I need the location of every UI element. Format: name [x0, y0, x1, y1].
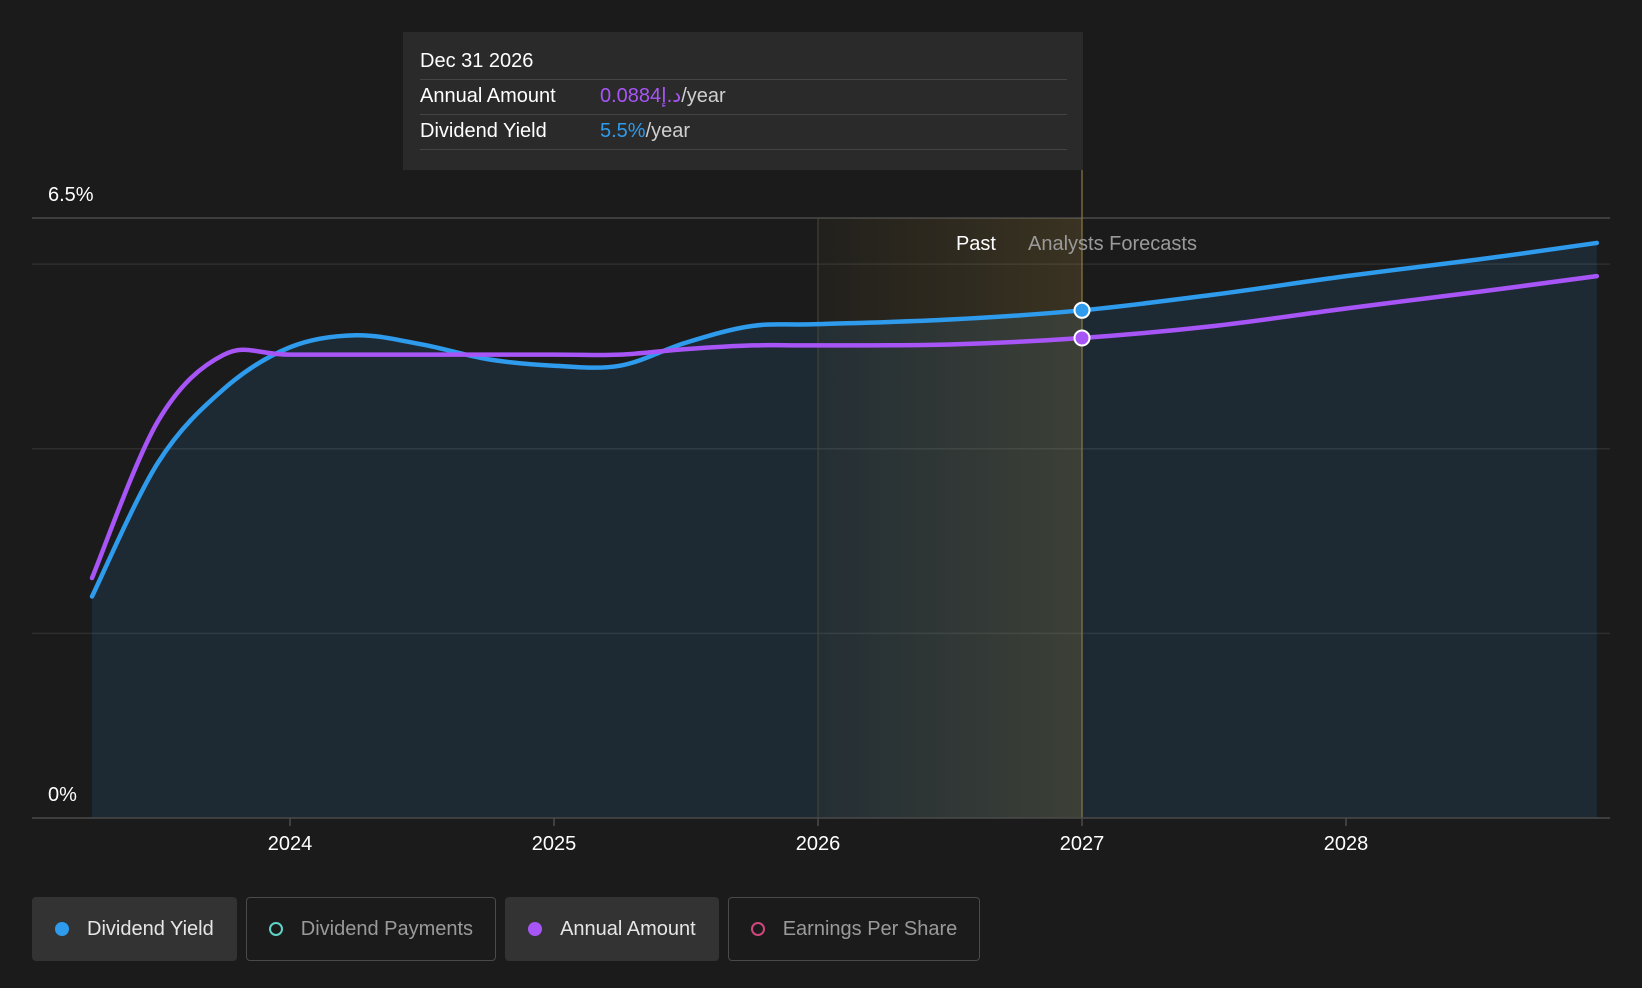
x-tick-label: 2026	[796, 833, 841, 855]
tooltip-label-dividend-yield: Dividend Yield	[420, 120, 547, 142]
y-axis-label-top: 6.5%	[48, 184, 94, 206]
tooltip-value-annual-amount: 0.0884د.إ	[600, 85, 682, 107]
legend-item-dividend-payments[interactable]: Dividend Payments	[245, 897, 497, 961]
legend-dot-annual-amount	[528, 922, 543, 936]
forecast-region-label: Analysts Forecasts	[1028, 233, 1197, 255]
legend-label-dividend-payments: Dividend Payments	[300, 917, 474, 940]
x-tick-label: 2028	[1324, 833, 1369, 855]
tooltip-label-annual-amount: Annual Amount	[420, 85, 556, 107]
tooltip-row-annual-amount: Annual Amount 0.0884د.إ /year	[420, 80, 1067, 115]
past-region-highlight	[818, 218, 1082, 818]
legend-item-annual-amount[interactable]: Annual Amount	[505, 897, 719, 961]
tooltip-date: Dec 31 2026	[420, 46, 1067, 80]
tooltip-unit-annual-amount: /year	[681, 85, 726, 107]
x-tick-label: 2024	[268, 833, 313, 855]
legend-dot-earnings-per-share	[750, 922, 765, 936]
legend-item-dividend-yield[interactable]: Dividend Yield	[32, 897, 237, 961]
legend-dot-dividend-payments	[268, 922, 283, 936]
dividend-yield-hover-marker	[1073, 301, 1091, 319]
tooltip-value-dividend-yield: 5.5%	[600, 120, 646, 142]
x-tick-label: 2027	[1060, 833, 1105, 855]
legend-label-dividend-yield: Dividend Yield	[87, 917, 214, 940]
x-tick-label: 2025	[532, 833, 577, 855]
chart-legend: Dividend Yield Dividend Payments Annual …	[32, 897, 981, 961]
legend-label-annual-amount: Annual Amount	[560, 917, 696, 940]
past-region-label: Past	[956, 233, 996, 255]
legend-label-earnings-per-share: Earnings Per Share	[782, 917, 958, 940]
hover-tooltip: Dec 31 2026 Annual Amount 0.0884د.إ /yea…	[403, 32, 1083, 170]
legend-item-earnings-per-share[interactable]: Earnings Per Share	[727, 897, 981, 961]
tooltip-row-dividend-yield: Dividend Yield 5.5% /year	[420, 115, 1067, 150]
legend-dot-dividend-yield	[55, 922, 69, 936]
tooltip-unit-dividend-yield: /year	[645, 120, 691, 142]
annual-amount-hover-marker	[1073, 329, 1091, 347]
y-axis-label-bottom: 0%	[48, 784, 77, 806]
